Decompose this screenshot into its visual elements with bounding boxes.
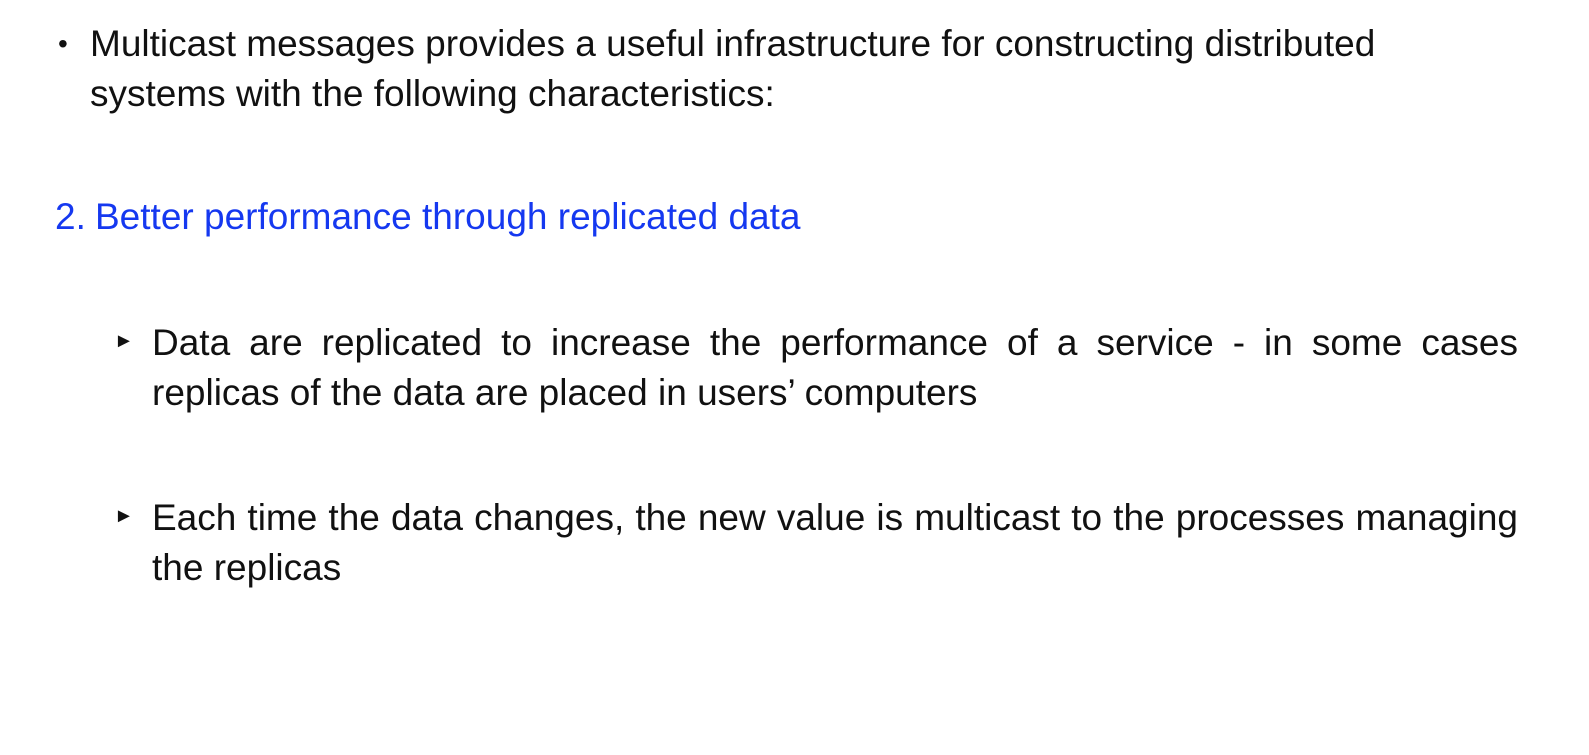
- section-number: 2.: [55, 196, 86, 237]
- sub-point-multicast-update: ► Each time the data changes, the new va…: [114, 493, 1518, 593]
- bullet-icon: •: [58, 28, 68, 59]
- intro-bullet-point: • Multicast messages provides a useful i…: [58, 19, 1518, 119]
- section-title: Better performance through replicated da…: [95, 196, 801, 237]
- section-heading: 2. Better performance through replicated…: [55, 192, 800, 242]
- sub-point-replication: ► Data are replicated to increase the pe…: [114, 318, 1518, 418]
- sub-point-text: Each time the data changes, the new valu…: [152, 497, 1518, 588]
- sub-point-text: Data are replicated to increase the perf…: [152, 322, 1518, 413]
- triangle-bullet-icon: ►: [114, 330, 134, 352]
- slide: • Multicast messages provides a useful i…: [0, 0, 1589, 755]
- intro-text: Multicast messages provides a useful inf…: [90, 23, 1376, 114]
- triangle-bullet-icon: ►: [114, 505, 134, 527]
